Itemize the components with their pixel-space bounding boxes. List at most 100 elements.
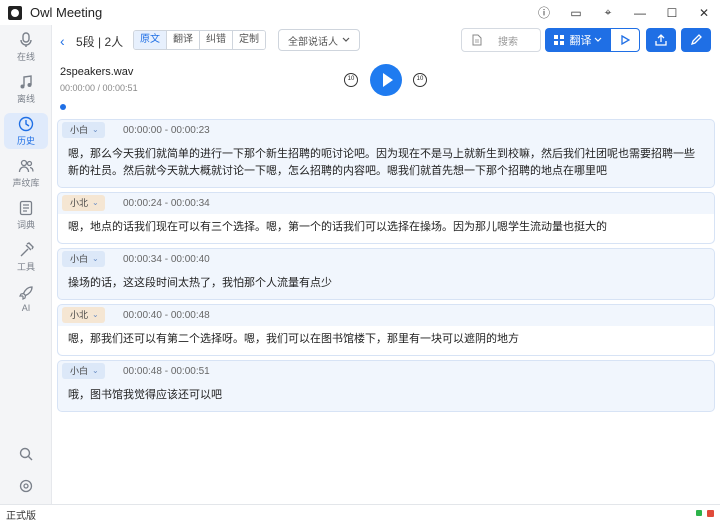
transcript-segment[interactable]: 小白 ⌄ 00:00:48 - 00:00:51 哦，图书馆我觉得应该还可以吧 [57, 360, 715, 412]
segment-text[interactable]: 嗯，那我们还可以有第二个选择呀。嗯，我们可以在图书馆楼下，那里有一块可以遮阴的地… [58, 326, 714, 355]
chevron-down-icon: ⌄ [92, 366, 99, 375]
sidebar-item-ai[interactable]: AI [4, 281, 48, 317]
title-bar: Owl Meeting ⓘ ▭ ⌖ — ☐ ✕ [0, 0, 720, 25]
segment-text[interactable]: 哦，图书馆我觉得应该还可以吧 [58, 382, 714, 411]
transcript-segment[interactable]: 小北 ⌄ 00:00:24 - 00:00:34 嗯，地点的话我们现在可以有三个选… [57, 192, 715, 244]
audio-player: 2speakers.wav 00:00:00 / 00:00:51 10 10 [52, 57, 720, 115]
segment-text[interactable]: 嗯，地点的话我们现在可以有三个选择。嗯，第一个的话我们可以选择在操场。因为那儿嗯… [58, 214, 714, 243]
settings-icon[interactable] [0, 479, 52, 493]
skip-forward-button[interactable]: 10 [413, 73, 427, 87]
sidebar-item-online[interactable]: 在线 [4, 29, 48, 65]
feedback-icon[interactable]: ▭ [560, 0, 592, 25]
sidebar-item-offline[interactable]: 离线 [4, 71, 48, 107]
transcript-segment[interactable]: 小白 ⌄ 00:00:34 - 00:00:40 操场的话，这这段时间太热了，我怕… [57, 248, 715, 300]
progress-handle[interactable] [60, 104, 66, 110]
rocket-icon [18, 285, 34, 301]
document-icon [472, 34, 482, 46]
speaker-tag[interactable]: 小白 ⌄ [62, 363, 105, 379]
edit-button[interactable] [681, 28, 711, 52]
tab-translate[interactable]: 翻译 [167, 31, 200, 49]
speaker-filter-dropdown[interactable]: 全部说话人 [278, 29, 360, 51]
owl-logo-icon [8, 5, 22, 20]
speaker-tag[interactable]: 小白 ⌄ [62, 122, 105, 138]
transcript-segment[interactable]: 小北 ⌄ 00:00:40 - 00:00:48 嗯，那我们还可以有第二个选择呀。… [57, 304, 715, 356]
toolbar: ‹ 5段 | 2人 原文 翻译 纠错 定制 全部说话人 搜索 翻译 [52, 25, 720, 57]
transcript-segment[interactable]: 小白 ⌄ 00:00:00 - 00:00:23 嗯，那么今天我们就简单的进行一下… [57, 119, 715, 188]
users-icon [18, 158, 34, 174]
segment-time: 00:00:00 - 00:00:23 [123, 125, 210, 136]
segment-header: 小白 ⌄ 00:00:34 - 00:00:40 [58, 249, 714, 270]
export-button[interactable] [646, 28, 676, 52]
sidebar: 在线 离线 历史 声纹库 词典 工具 AI [0, 25, 52, 504]
play-icon [382, 73, 393, 87]
segment-time: 00:00:34 - 00:00:40 [123, 254, 210, 265]
play-translation-button[interactable] [610, 28, 640, 52]
speaker-name: 小白 [70, 125, 89, 135]
segment-header: 小白 ⌄ 00:00:00 - 00:00:23 [58, 120, 714, 141]
pencil-icon [690, 34, 702, 46]
speaker-tag[interactable]: 小北 ⌄ [62, 195, 105, 211]
edition-label: 正式版 [6, 511, 36, 521]
translate-button[interactable]: 翻译 [545, 28, 610, 52]
mic-icon [19, 31, 33, 48]
sidebar-item-label: AI [21, 303, 31, 313]
dictionary-icon [19, 200, 33, 216]
maximize-button[interactable]: ☐ [656, 0, 688, 25]
segment-text[interactable]: 操场的话，这这段时间太热了，我怕那个人流量有点少 [58, 270, 714, 299]
status-bar: 正式版 [0, 504, 720, 521]
file-name: 2speakers.wav [60, 66, 134, 78]
window-controls: ⓘ ▭ ⌖ — ☐ ✕ [528, 0, 720, 25]
playback-time: 00:00:00 / 00:00:51 [60, 83, 138, 93]
segment-header: 小北 ⌄ 00:00:24 - 00:00:34 [58, 193, 714, 214]
speaker-name: 小北 [70, 198, 89, 208]
tab-correct[interactable]: 纠错 [200, 31, 233, 49]
sidebar-item-history[interactable]: 历史 [4, 113, 48, 149]
minimize-button[interactable]: — [624, 0, 656, 25]
segment-header: 小白 ⌄ 00:00:48 - 00:00:51 [58, 361, 714, 382]
sidebar-item-label: 工具 [16, 261, 35, 272]
segment-count: 5段 | 2人 [76, 35, 124, 49]
segment-header: 小北 ⌄ 00:00:40 - 00:00:48 [58, 305, 714, 326]
music-icon [19, 74, 33, 90]
chevron-down-icon: ⌄ [92, 254, 99, 263]
speaker-tag[interactable]: 小白 ⌄ [62, 251, 105, 267]
transcript-list: 小白 ⌄ 00:00:00 - 00:00:23 嗯，那么今天我们就简单的进行一下… [57, 119, 715, 416]
speaker-name: 小白 [70, 366, 89, 376]
chevron-down-icon [342, 37, 350, 42]
grid-icon [553, 35, 564, 45]
sidebar-item-tools[interactable]: 工具 [4, 239, 48, 275]
back-arrow-icon[interactable]: ‹ [60, 33, 65, 49]
sidebar-item-label: 声纹库 [12, 177, 40, 188]
mode-tabs: 原文 翻译 纠错 定制 [133, 30, 266, 50]
translate-label: 翻译 [569, 35, 592, 47]
skip-back-button[interactable]: 10 [344, 73, 358, 87]
chevron-down-icon: ⌄ [92, 198, 99, 207]
play-button[interactable] [370, 64, 402, 96]
search-input[interactable]: 搜索 [461, 28, 541, 52]
play-icon [621, 35, 630, 45]
clock-icon [18, 116, 34, 132]
sidebar-item-dictionary[interactable]: 词典 [4, 197, 48, 233]
app-title: Owl Meeting [30, 5, 103, 20]
search-placeholder: 搜索 [498, 36, 518, 48]
sidebar-item-label: 词典 [16, 219, 35, 230]
close-button[interactable]: ✕ [688, 0, 720, 25]
status-indicator-icon [696, 510, 702, 516]
speaker-tag[interactable]: 小北 ⌄ [62, 307, 105, 323]
record-indicator-icon [707, 510, 714, 517]
share-icon [655, 34, 667, 46]
hammer-icon [18, 241, 34, 258]
sidebar-item-label: 离线 [16, 93, 35, 104]
pin-icon[interactable]: ⌖ [592, 0, 624, 25]
segment-text[interactable]: 嗯，那么今天我们就简单的进行一下那个新生招聘的呃讨论吧。因为现在不是马上就新生到… [58, 141, 714, 187]
tab-original[interactable]: 原文 [134, 31, 167, 49]
segment-time: 00:00:24 - 00:00:34 [123, 198, 210, 209]
chevron-down-icon: ⌄ [92, 125, 99, 134]
info-icon[interactable]: ⓘ [528, 0, 560, 25]
tab-custom[interactable]: 定制 [233, 31, 265, 49]
segment-time: 00:00:48 - 00:00:51 [123, 366, 210, 377]
sidebar-item-voiceprint[interactable]: 声纹库 [4, 155, 48, 191]
sidebar-item-label: 在线 [16, 51, 35, 62]
search-icon[interactable] [0, 447, 52, 461]
speaker-filter-label: 全部说话人 [288, 36, 338, 48]
